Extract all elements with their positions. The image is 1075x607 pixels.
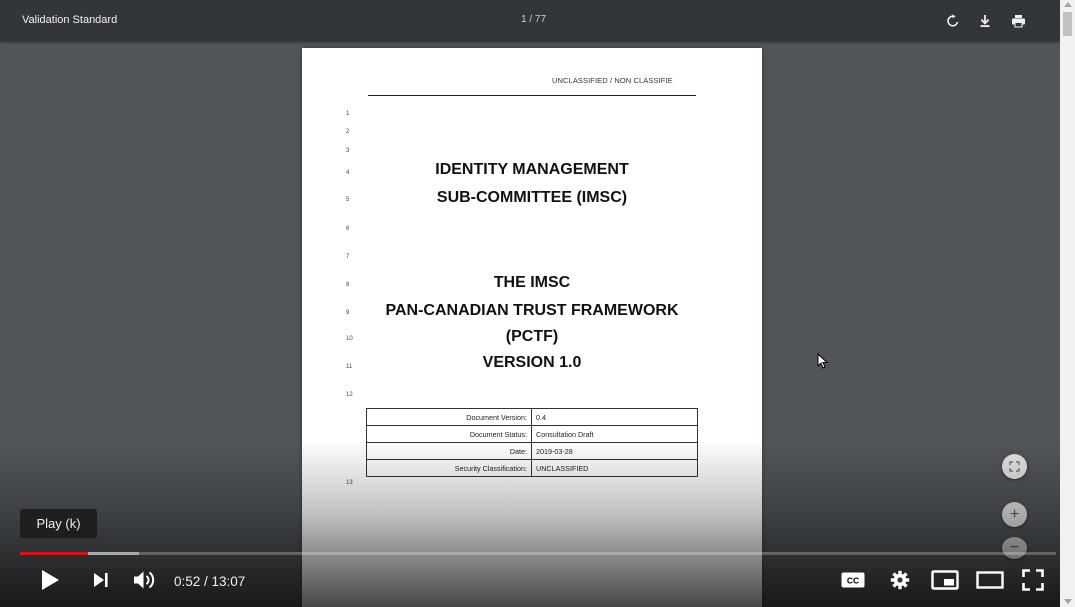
settings-button[interactable] [886,566,914,594]
document-title-line: VERSION 1.0 [482,354,582,371]
table-label: Document Status: [366,425,532,443]
miniplayer-button[interactable] [929,566,961,594]
table-row: Date: 2019-03-28 [366,442,698,460]
line-number: 13 [346,480,353,486]
document-title: Validation Standard [22,14,118,26]
line-number: 6 [346,226,350,232]
download-button[interactable] [974,10,996,32]
table-value: 2019-03-28 [531,442,698,460]
print-button[interactable] [1007,10,1029,32]
document-info-table: Document Version: 0.4 Document Status: C… [366,408,698,477]
header-divider [368,95,696,96]
captions-icon: CC [841,572,865,588]
line-number: 1 [346,111,350,117]
play-tooltip: Play (k) [20,509,97,538]
fit-to-page-icon [1009,461,1020,472]
document-title-line: THE IMSC [493,274,571,291]
progress-played [20,552,89,555]
table-row: Document Status: Consultation Draft [366,425,698,443]
zoom-in-button[interactable]: + [1002,502,1027,527]
line-number: 10 [346,336,353,342]
document-title-line: PAN-CANADIAN TRUST FRAMEWORK [385,302,679,319]
document-title-line: SUB-COMMITTEE (IMSC) [436,189,628,206]
line-number: 4 [346,170,350,176]
page-indicator: 1 / 77 [521,14,547,25]
scrollbar-thumb[interactable] [1063,12,1072,36]
fullscreen-button[interactable] [1018,566,1048,594]
table-row: Security Classification: UNCLASSIFIED [366,459,698,477]
vertical-scrollbar[interactable] [1060,0,1075,607]
pdf-page: UNCLASSIFIED / NON CLASSIFIE 1 2 3 4 5 6… [302,48,762,607]
table-label: Date: [366,442,532,460]
captions-button[interactable]: CC [838,566,868,594]
settings-icon [890,570,910,590]
plus-icon: + [1009,505,1020,523]
play-button[interactable] [36,566,64,594]
line-number: 11 [346,364,353,370]
time-display: 0:52 / 13:07 [174,574,246,589]
play-icon [42,570,59,590]
line-number: 7 [346,254,350,260]
pdf-viewer-toolbar: Validation Standard 1 / 77 [0,0,1060,41]
theater-mode-button[interactable] [973,566,1007,594]
mouse-pointer-icon [817,353,828,369]
download-icon [980,15,990,27]
video-frame: Validation Standard 1 / 77 UNCLASSIFIED … [0,0,1075,607]
volume-button[interactable] [130,566,160,594]
theater-icon [976,571,1004,589]
table-value: 0.4 [531,408,698,426]
document-title-line: (PCTF) [505,328,559,345]
table-row: Document Version: 0.4 [366,408,698,426]
volume-icon [134,571,155,589]
table-label: Document Version: [366,408,532,426]
svg-text:CC: CC [847,576,859,586]
line-number: 8 [346,282,350,288]
rotate-button[interactable] [942,10,964,32]
player-controls: 0:52 / 13:07 CC [0,560,1060,600]
progress-bar[interactable] [20,552,1056,555]
print-icon [1011,15,1025,28]
line-number: 3 [346,148,350,154]
line-number: 5 [346,197,350,203]
fullscreen-icon [1022,569,1044,591]
next-icon [94,573,108,587]
miniplayer-icon [931,570,959,590]
classification-header: UNCLASSIFIED / NON CLASSIFIE [552,76,673,85]
zoom-out-button[interactable]: − [1002,537,1027,559]
document-title-line: IDENTITY MANAGEMENT [435,161,629,178]
next-button[interactable] [88,566,114,594]
line-number: 2 [346,129,350,135]
table-value: Consultation Draft [531,425,698,443]
rotate-icon [947,14,959,27]
scroll-up-arrow-icon[interactable] [1064,2,1072,7]
line-number: 9 [346,310,350,316]
fit-to-page-button[interactable] [1002,454,1027,479]
scroll-down-arrow-icon[interactable] [1064,599,1072,604]
table-value: UNCLASSIFIED [531,459,698,477]
line-number: 12 [346,392,353,398]
table-label: Security Classification: [366,459,532,477]
